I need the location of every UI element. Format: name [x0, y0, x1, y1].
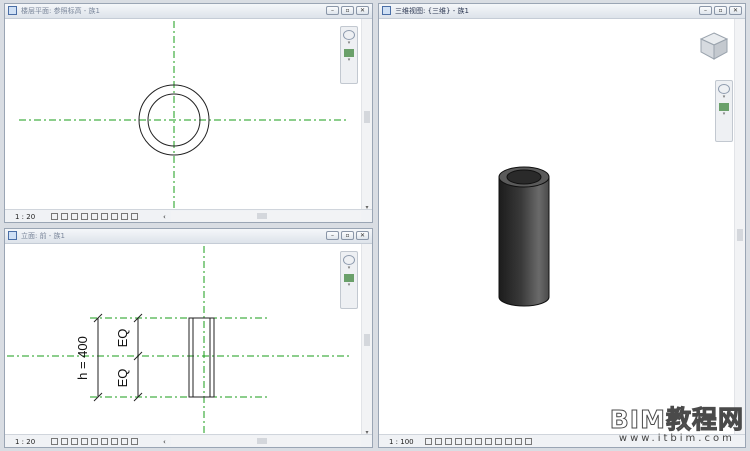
scroll-thumb[interactable]	[257, 438, 267, 444]
sun-path-icon[interactable]	[445, 438, 452, 445]
visual-style-icon[interactable]	[61, 213, 68, 220]
dropdown-dot-icon: ▾	[347, 57, 351, 63]
pipe-3d-body	[498, 176, 550, 307]
temporary-hide-icon[interactable]	[495, 438, 502, 445]
3d-view-canvas[interactable]	[379, 19, 735, 434]
scroll-thumb[interactable]	[257, 213, 267, 219]
sun-path-icon[interactable]	[71, 438, 78, 445]
vertical-scrollbar[interactable]: ▾	[361, 19, 372, 211]
crop-view-icon[interactable]	[91, 438, 98, 445]
plan-view-title: 楼层平面: 参照标高 - 族1	[21, 7, 101, 15]
3d-view-titlebar[interactable]: 三维视图: {三维} - 族1 – ▫ ✕	[379, 4, 745, 19]
elevation-view-titlebar[interactable]: 立面: 前 - 族1 – ▫ ✕	[5, 229, 372, 244]
view-scale[interactable]: 1 : 20	[15, 436, 35, 447]
zoom-icon[interactable]	[344, 49, 354, 57]
dropdown-dot-icon: ▾	[347, 265, 351, 271]
highlight-icon[interactable]	[525, 438, 532, 445]
elevation-view-window[interactable]: 立面: 前 - 族1 – ▫ ✕ h = 400 EQ EQ ▾ ▾ ▾ 1:…	[4, 228, 373, 448]
show-crop-icon[interactable]	[475, 438, 482, 445]
temporary-hide-icon[interactable]	[111, 438, 118, 445]
navigation-bar[interactable]: ▾ ▾	[715, 80, 733, 142]
3d-view-window[interactable]: 三维视图: {三维} - 族1 – ▫ ✕ ▾ ▾ 1: 100	[378, 3, 746, 448]
detail-level-icon[interactable]	[425, 438, 432, 445]
elevation-view-title: 立面: 前 - 族1	[21, 232, 66, 240]
crop-view-icon[interactable]	[91, 213, 98, 220]
navigation-bar[interactable]: ▾ ▾	[340, 26, 358, 84]
restore-button[interactable]: ▫	[341, 6, 354, 15]
show-crop-icon[interactable]	[101, 213, 108, 220]
view-icon	[8, 6, 17, 15]
plan-view-canvas[interactable]	[5, 19, 362, 211]
view-icon	[382, 6, 391, 15]
dropdown-dot-icon: ▾	[722, 111, 726, 117]
shadows-icon[interactable]	[455, 438, 462, 445]
zoom-icon[interactable]	[344, 274, 354, 282]
dropdown-dot-icon: ▾	[722, 94, 726, 100]
minimize-button[interactable]: –	[326, 6, 339, 15]
plan-view-titlebar[interactable]: 楼层平面: 参照标高 - 族1 – ▫ ✕	[5, 4, 372, 19]
plan-view-window[interactable]: 楼层平面: 参照标高 - 族1 – ▫ ✕ ▾ ▾ ▾ 1 : 20 ‹	[4, 3, 373, 223]
restore-button[interactable]: ▫	[714, 6, 727, 15]
close-button[interactable]: ✕	[356, 6, 369, 15]
scroll-thumb[interactable]	[737, 229, 743, 241]
steering-wheel-icon[interactable]	[343, 30, 355, 40]
view-scale[interactable]: 1 : 100	[389, 436, 414, 447]
shadows-icon[interactable]	[81, 213, 88, 220]
close-button[interactable]: ✕	[729, 6, 742, 15]
watermark-main-text: BIM教程网	[609, 405, 744, 434]
steering-wheel-icon[interactable]	[343, 255, 355, 265]
horizontal-scrollbar[interactable]	[171, 436, 361, 446]
lock-view-icon[interactable]	[485, 438, 492, 445]
reveal-hidden-icon[interactable]	[505, 438, 512, 445]
minimize-button[interactable]: –	[699, 6, 712, 15]
restore-button[interactable]: ▫	[341, 231, 354, 240]
view-cube-icon[interactable]	[699, 31, 729, 61]
dropdown-dot-icon: ▾	[347, 40, 351, 46]
analytical-model-icon[interactable]	[131, 438, 138, 445]
show-crop-icon[interactable]	[101, 438, 108, 445]
detail-level-icon[interactable]	[51, 438, 58, 445]
scroll-left-arrow[interactable]: ‹	[163, 211, 166, 222]
scroll-thumb[interactable]	[364, 111, 370, 123]
view-scale[interactable]: 1 : 20	[15, 211, 35, 222]
vertical-scrollbar[interactable]	[734, 19, 745, 434]
reveal-hidden-icon[interactable]	[121, 213, 128, 220]
minimize-button[interactable]: –	[326, 231, 339, 240]
close-button[interactable]: ✕	[356, 231, 369, 240]
analytical-model-icon[interactable]	[131, 213, 138, 220]
vertical-scrollbar[interactable]: ▾	[361, 244, 372, 436]
watermark-logo: BIM教程网 www.itbim.com	[609, 405, 744, 445]
height-dimension-label: h = 400	[75, 336, 90, 380]
horizontal-scrollbar[interactable]	[171, 211, 361, 221]
zoom-icon[interactable]	[719, 103, 729, 111]
dropdown-dot-icon: ▾	[347, 282, 351, 288]
crop-view-icon[interactable]	[465, 438, 472, 445]
shadows-icon[interactable]	[81, 438, 88, 445]
visual-style-icon[interactable]	[435, 438, 442, 445]
steering-wheel-icon[interactable]	[718, 84, 730, 94]
analytical-model-icon[interactable]	[515, 438, 522, 445]
eq-label-bottom: EQ	[115, 369, 130, 388]
scroll-thumb[interactable]	[364, 334, 370, 346]
view-icon	[8, 231, 17, 240]
navigation-bar[interactable]: ▾ ▾	[340, 251, 358, 309]
elevation-view-canvas[interactable]: h = 400 EQ EQ	[5, 244, 362, 436]
detail-level-icon[interactable]	[51, 213, 58, 220]
temporary-hide-icon[interactable]	[111, 213, 118, 220]
3d-view-title: 三维视图: {三维} - 族1	[395, 7, 469, 15]
eq-label-top: EQ	[115, 329, 130, 348]
visual-style-icon[interactable]	[61, 438, 68, 445]
reveal-hidden-icon[interactable]	[121, 438, 128, 445]
pipe-3d-hole	[506, 169, 542, 185]
sun-path-icon[interactable]	[71, 213, 78, 220]
scroll-left-arrow[interactable]: ‹	[163, 436, 166, 447]
watermark-url-text: www.itbim.com	[618, 433, 735, 444]
